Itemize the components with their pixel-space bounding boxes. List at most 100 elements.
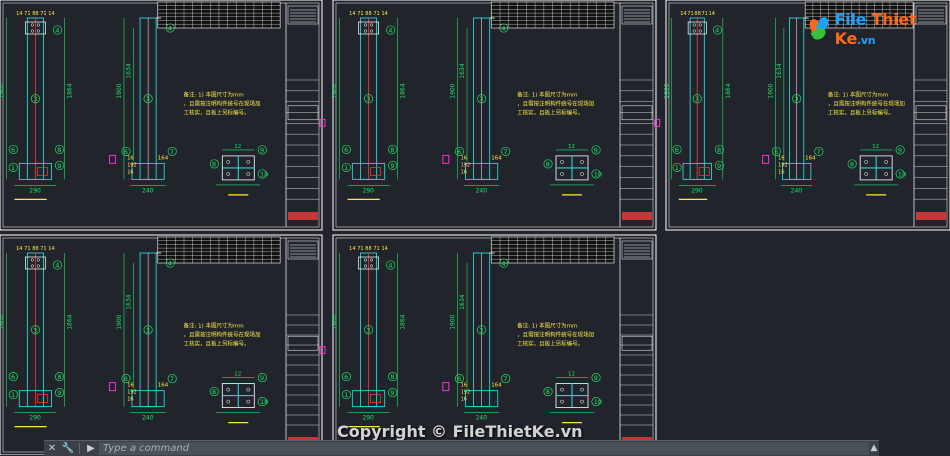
bolt-hole	[369, 264, 374, 268]
dimension-top-segment: 71	[40, 246, 46, 252]
anchor-hole	[226, 160, 231, 164]
anchor-hole	[246, 172, 251, 176]
dimension-plan-top: 12	[568, 144, 575, 150]
bolt-hole	[30, 29, 34, 33]
item-balloon-label: 8	[212, 160, 216, 168]
dimension-top-segment: 88	[32, 246, 38, 252]
item-balloon-label: 8	[390, 373, 394, 381]
dimension-height-total: 1900	[331, 314, 338, 329]
magenta-section-marker	[319, 346, 326, 355]
dimension-top-segment: 71	[702, 11, 708, 17]
item-balloon-label: 6	[11, 146, 15, 154]
bolt-hole	[363, 264, 368, 268]
title-block-stamp	[287, 105, 319, 121]
bolt-hole	[30, 23, 34, 27]
item-balloon-label: 1	[11, 391, 15, 399]
dimension-plan-top: 12	[234, 144, 241, 150]
drawing-note: 备注: 1) 本图尺寸为mm，且需按注明构件统号在现场加工核实，且板上另标编号。	[828, 91, 905, 117]
item-balloon-label: 9	[57, 389, 61, 397]
note-text-line: 工核实，且板上另标编号。	[517, 339, 583, 347]
sheet-inner-frame	[335, 2, 654, 228]
dimension-base-segment: 192	[461, 162, 471, 168]
dimension-plate-size: 164	[805, 155, 816, 161]
item-balloon-label: 10	[594, 398, 602, 406]
anchor-hole	[864, 160, 869, 164]
dimension-base-segment: 16	[127, 397, 133, 403]
dimension-top-segment: 14	[381, 11, 387, 17]
item-balloon-label: 3	[33, 326, 37, 334]
bolt-hole	[30, 264, 34, 268]
drawing-note: 备注: 1) 本图尺寸为mm，且需按注明构件统号在现场加工核实，且板上另标编号。	[184, 91, 261, 117]
dimension-height-inner: 1864	[400, 83, 407, 98]
dimension-plan-top: 12	[234, 372, 241, 378]
dimension-plan-top: 12	[872, 144, 879, 150]
note-text-line: 工核实，且板上另标编号。	[828, 109, 894, 117]
anchor-hole	[560, 399, 564, 404]
magenta-section-marker	[762, 154, 770, 164]
column-elevation: 1900 186429014 71 88 71 14436189	[0, 11, 73, 200]
item-balloon-label: 6	[124, 148, 128, 156]
item-balloon-label: 6	[124, 375, 128, 383]
dimension-base-segment: 192	[127, 390, 137, 396]
logo-word-ke: Ke	[834, 29, 858, 48]
wrench-icon[interactable]: 🔧	[60, 442, 76, 455]
cad-drawing-canvas[interactable]: 1900 186429014 71 88 71 144361891900163424016…	[0, 0, 950, 455]
anchor-hole	[246, 160, 251, 164]
dimension-top-segment: 14	[16, 246, 22, 252]
dimension-base-segment: 16	[127, 169, 133, 175]
anchor-bolt-group	[370, 394, 381, 404]
item-balloon-label: 3	[479, 326, 483, 334]
title-block-header	[287, 5, 319, 25]
dimension-base-width: 240	[142, 415, 154, 422]
side-elevation: 1900163424016416192164367	[442, 17, 511, 194]
bolt-hole	[369, 29, 374, 33]
dimension-top-segment: 71	[357, 246, 363, 252]
dimension-top-segment: 71	[373, 246, 379, 252]
item-balloon-label: 10	[260, 398, 268, 406]
anchor-hole	[226, 172, 231, 176]
command-prompt-icon[interactable]: ▶	[83, 442, 99, 455]
title-block-header	[621, 5, 653, 25]
title-block-stamp	[621, 105, 653, 121]
title-block-stamp	[287, 335, 319, 351]
anchor-bolt-group	[370, 166, 381, 176]
item-balloon-label: 6	[774, 148, 778, 156]
dimension-height-total: 1900	[0, 83, 5, 98]
note-text-line: 备注: 1) 本图尺寸为mm	[184, 321, 244, 329]
item-balloon-label: 4	[715, 27, 719, 35]
item-balloon-label: 3	[146, 95, 150, 103]
side-elevation: 1900163424016416192164367	[108, 252, 177, 422]
chevron-up-icon[interactable]: ▲	[869, 442, 879, 455]
bolt-hole	[363, 258, 368, 262]
dimension-height-total: 1900	[331, 83, 338, 98]
item-balloon-label: 6	[457, 375, 461, 383]
magenta-section-marker	[108, 154, 116, 164]
dimension-top-segment: 71	[373, 11, 379, 17]
note-text-line: ，且需按注明构件统号在现场加	[828, 100, 905, 108]
dimension-base-segment: 16	[461, 155, 467, 161]
anchor-hole	[246, 399, 251, 404]
dimension-column-width: 290	[29, 415, 41, 422]
dimension-top-segment: 14	[381, 246, 387, 252]
dimension-column-width: 290	[29, 187, 41, 194]
command-input[interactable]	[99, 442, 869, 455]
dimension-height-side: 1634	[459, 63, 466, 78]
dimension-plate-size: 164	[491, 155, 502, 161]
sheet-inner-frame	[2, 2, 320, 228]
dimension-base-segment: 16	[461, 383, 467, 389]
item-balloon-label: 4	[388, 27, 392, 35]
dimension-column-width: 290	[363, 415, 375, 422]
dimension-base-width: 240	[791, 187, 803, 194]
close-icon[interactable]: ✕	[44, 442, 60, 455]
base-plan-detail: 12 9 8 10	[543, 144, 602, 196]
dimension-plan-top: 12	[568, 372, 575, 378]
note-text-line: ，且需按注明构件统号在现场加	[184, 100, 261, 108]
dimension-base-segment: 192	[461, 390, 471, 396]
dimension-height-total: 1900	[449, 83, 456, 98]
item-balloon-label: 6	[344, 146, 348, 154]
magenta-section-marker	[654, 118, 661, 127]
dimension-top-segment: 71	[24, 11, 30, 17]
command-line-bar: ✕ 🔧 ▶ ▲	[44, 440, 879, 456]
item-balloon-label: 8	[850, 160, 854, 168]
dimension-height-inner: 1864	[66, 314, 73, 329]
